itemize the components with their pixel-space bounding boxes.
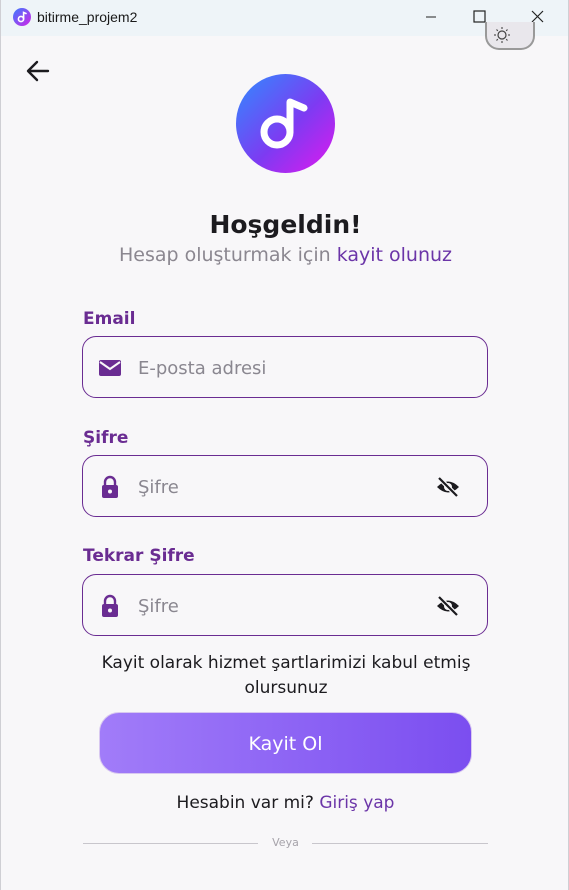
lock-icon [102,475,118,498]
theme-toggle[interactable] [485,22,535,50]
confirm-password-field[interactable] [82,574,488,636]
page-subtitle: Hesap oluşturmak için kayit olunuz [1,244,568,266]
app-logo [236,74,335,173]
sun-icon [494,27,510,43]
minimize-button[interactable] [408,0,454,36]
confirm-password-label: Tekrar Şifre [83,546,195,566]
terms-text: Kayit olarak hizmet şartlarimizi kabul e… [101,653,471,698]
password-input[interactable] [136,471,420,503]
password-label: Şifre [83,428,129,448]
register-button[interactable]: Kayit Ol [99,712,472,774]
app-window: bitirme_projem2 Hoşgeldin! Hesap oluştur… [0,0,569,890]
app-icon [13,8,31,26]
music-note-icon [260,98,308,149]
title-bar: bitirme_projem2 [1,0,568,36]
subtitle-text: Hesap oluşturmak için [118,244,331,266]
page-title: Hoşgeldin! [209,210,362,239]
divider-right [312,843,488,844]
login-link[interactable]: Giriş yap [319,793,394,813]
login-prompt: Hesabin var mi? Giriş yap [1,793,568,813]
subtitle-link: kayit olunuz [336,244,453,266]
eye-off-icon[interactable] [435,475,461,499]
email-label: Email [83,309,136,329]
confirm-password-input[interactable] [136,590,420,622]
login-prompt-text: Hesabin var mi? [176,793,314,813]
back-button[interactable] [25,58,51,84]
window-title: bitirme_projem2 [37,9,138,25]
email-input[interactable] [136,352,420,384]
lock-icon [102,594,118,617]
divider-left [83,843,258,844]
arrow-left-icon [26,60,50,82]
divider-or-text: Veya [272,836,299,849]
email-field[interactable] [82,336,488,398]
mail-icon [99,360,121,376]
password-field[interactable] [82,455,488,517]
eye-off-icon[interactable] [435,594,461,618]
